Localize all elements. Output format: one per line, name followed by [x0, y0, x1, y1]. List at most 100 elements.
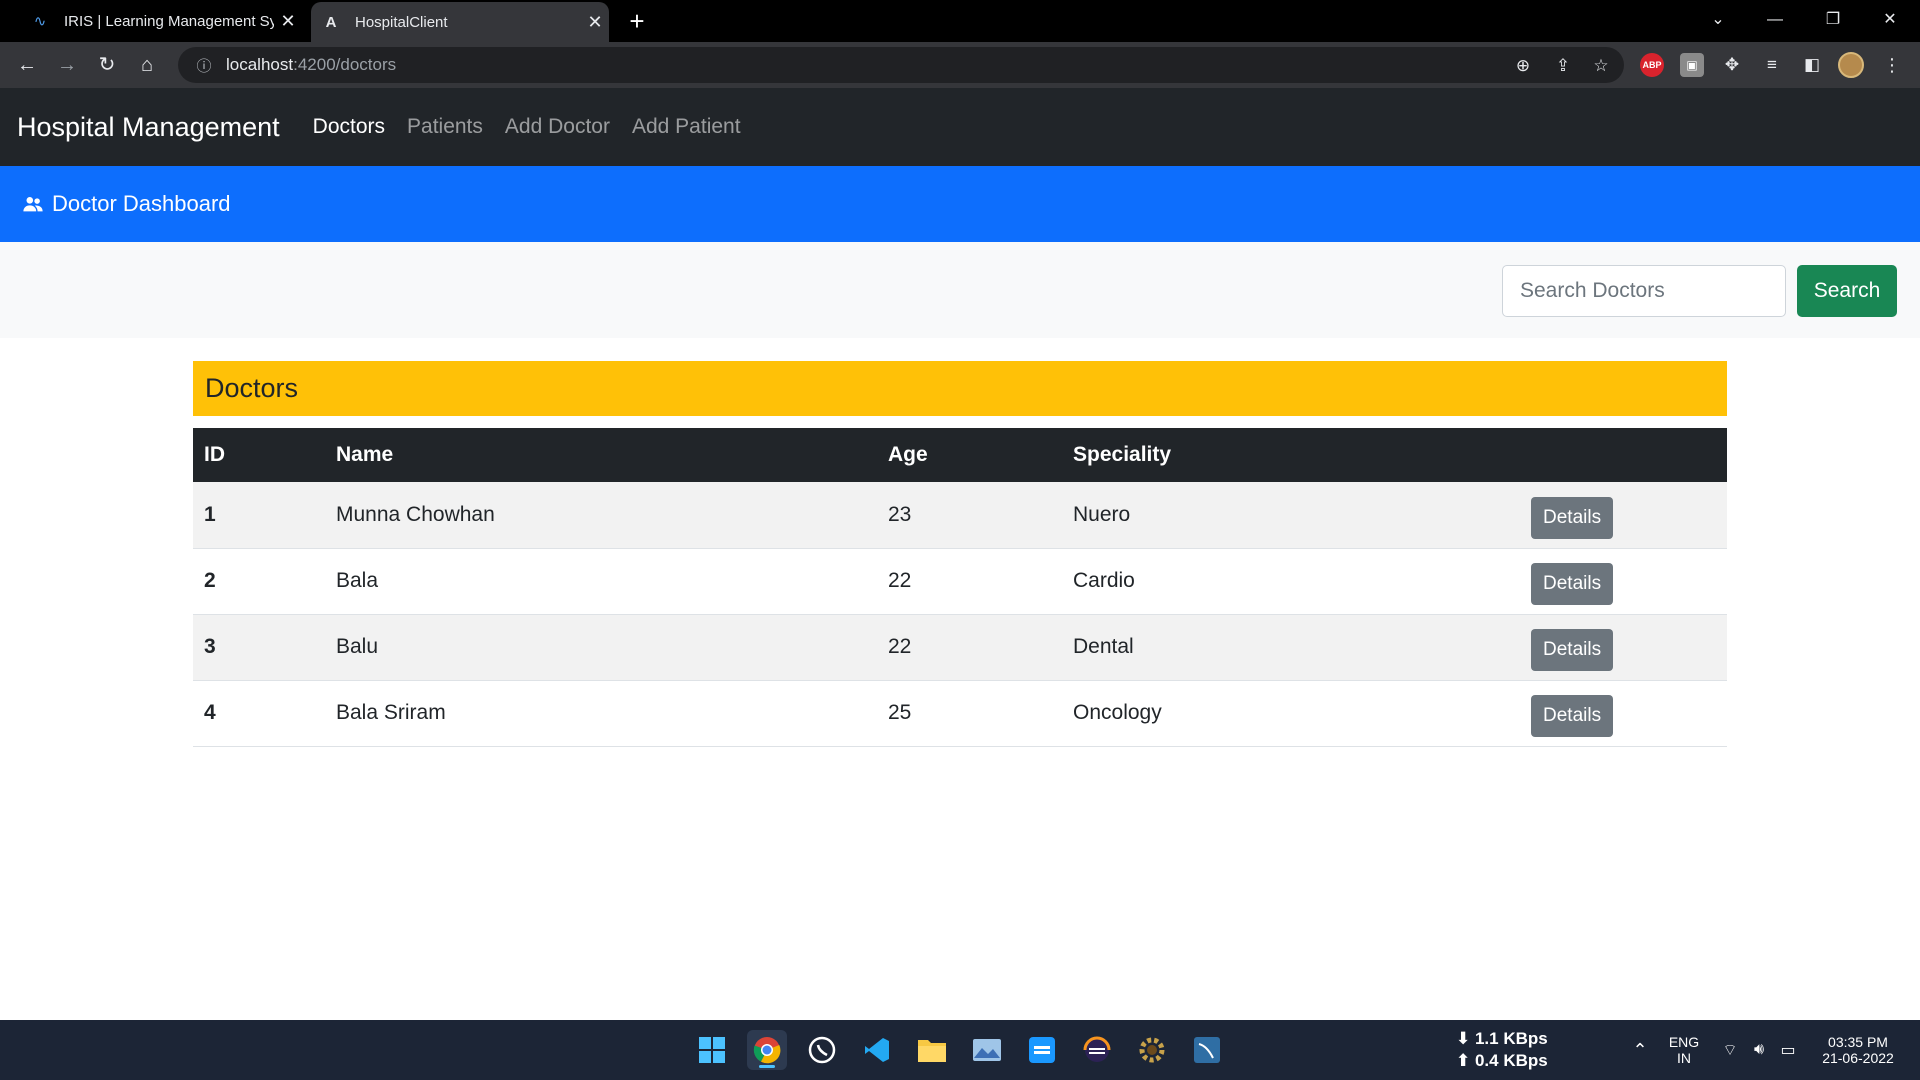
network-speed: ⬇ 1.1 KBps ⬆ 0.4 KBps — [1456, 1020, 1548, 1080]
adblock-plus-icon[interactable]: ABP — [1640, 53, 1664, 77]
windows-start-icon[interactable] — [692, 1030, 732, 1070]
prime-video-icon[interactable] — [1022, 1030, 1062, 1070]
column-header-speciality: Speciality — [1062, 428, 1520, 482]
browser-toolbar: ← → ↻ ⌂ ⓘ localhost:4200/doctors ⊕ ⇪ ☆ A… — [0, 42, 1920, 88]
dashboard-banner: Doctor Dashboard — [0, 166, 1920, 242]
cell-age: 25 — [877, 680, 1062, 747]
table-row: 2 Bala 22 Cardio Details — [193, 548, 1727, 615]
extension-icon[interactable]: ▣ — [1680, 53, 1704, 77]
vscode-icon[interactable] — [857, 1030, 897, 1070]
table-row: 3 Balu 22 Dental Details — [193, 614, 1727, 681]
mysql-workbench-icon[interactable] — [1187, 1030, 1227, 1070]
app-navbar: Hospital Management Doctors Patients Add… — [0, 88, 1920, 166]
whatsapp-icon[interactable] — [802, 1030, 842, 1070]
doctors-table: ID Name Age Speciality 1 Munna Chowhan 2… — [193, 428, 1727, 747]
bookmark-star-icon[interactable]: ☆ — [1590, 55, 1612, 77]
details-button[interactable]: Details — [1531, 695, 1614, 737]
cell-speciality: Cardio — [1062, 548, 1520, 615]
iris-favicon-icon: ∿ — [33, 13, 47, 30]
nav-doctors[interactable]: Doctors — [313, 115, 385, 139]
nav-add-doctor[interactable]: Add Doctor — [505, 115, 610, 139]
upload-speed: ⬆ 0.4 KBps — [1456, 1051, 1548, 1070]
details-button[interactable]: Details — [1531, 496, 1614, 539]
tab-close-icon[interactable]: ✕ — [581, 12, 609, 33]
table-header-row: ID Name Age Speciality — [193, 428, 1727, 482]
people-icon — [23, 197, 43, 212]
reading-list-icon[interactable]: ≡ — [1760, 53, 1784, 77]
cell-name: Bala Sriram — [325, 680, 877, 747]
cell-speciality: Dental — [1062, 614, 1520, 681]
eclipse-icon[interactable] — [1077, 1030, 1117, 1070]
settings-gear-icon[interactable] — [1132, 1030, 1172, 1070]
tab-title: HospitalClient — [355, 13, 448, 31]
cell-actions: Details — [1520, 548, 1727, 615]
home-icon[interactable]: ⌂ — [132, 50, 162, 80]
forward-arrow-icon[interactable]: → — [52, 50, 82, 80]
details-button[interactable]: Details — [1531, 563, 1614, 605]
extensions-puzzle-icon[interactable]: ✥ — [1720, 53, 1744, 77]
tab-search-chevron-icon[interactable]: ⌄ — [1690, 0, 1746, 42]
cell-speciality: Oncology — [1062, 680, 1520, 747]
reload-icon[interactable]: ↻ — [92, 50, 122, 80]
side-panel-icon[interactable]: ◧ — [1800, 53, 1824, 77]
new-tab-plus-icon[interactable]: + — [622, 6, 652, 36]
url-text: localhost:4200/doctors — [226, 55, 397, 74]
search-button[interactable]: Search — [1797, 265, 1897, 317]
column-header-age: Age — [877, 428, 1062, 482]
cell-age: 22 — [877, 614, 1062, 681]
chrome-icon[interactable] — [747, 1030, 787, 1070]
tab-title: IRIS | Learning Management Syst — [64, 12, 274, 30]
tab-close-icon[interactable]: ✕ — [274, 11, 302, 32]
back-arrow-icon[interactable]: ← — [12, 50, 42, 80]
clock-date: 21-06-2022 — [1822, 1050, 1894, 1066]
details-button[interactable]: Details — [1531, 629, 1614, 671]
brand-link[interactable]: Hospital Management — [17, 112, 280, 143]
volume-icon[interactable]: 🔊︎ — [1747, 1020, 1771, 1080]
minimize-icon[interactable]: — — [1747, 0, 1803, 42]
photos-app-icon[interactable] — [967, 1030, 1007, 1070]
tab-iris[interactable]: ∿ IRIS | Learning Management Syst ✕ — [20, 0, 302, 42]
menu-kebab-icon[interactable]: ⋮ — [1880, 53, 1904, 77]
nav-patients[interactable]: Patients — [407, 115, 483, 139]
windows-taskbar: ⬇ 1.1 KBps ⬆ 0.4 KBps ⌃ ENG IN ⌔ 🔊︎ ▭ 03… — [0, 1020, 1920, 1080]
search-bar: Search — [0, 242, 1920, 338]
clock-time: 03:35 PM — [1828, 1034, 1888, 1050]
clock[interactable]: 03:35 PM 21-06-2022 — [1812, 1020, 1904, 1080]
cell-id: 1 — [193, 482, 325, 549]
column-header-id: ID — [193, 428, 325, 482]
column-header-actions — [1520, 428, 1727, 482]
cell-id: 3 — [193, 614, 325, 681]
cell-age: 23 — [877, 482, 1062, 549]
browser-tab-strip: ∿ IRIS | Learning Management Syst ✕ A Ho… — [0, 0, 1920, 42]
show-hidden-icons-chevron-icon[interactable]: ⌃ — [1628, 1020, 1652, 1080]
wifi-icon[interactable]: ⌔ — [1718, 1020, 1742, 1080]
zoom-icon[interactable]: ⊕ — [1512, 55, 1534, 77]
cell-actions: Details — [1520, 614, 1727, 681]
cell-id: 4 — [193, 680, 325, 747]
close-window-icon[interactable]: ✕ — [1862, 0, 1918, 42]
site-info-icon[interactable]: ⓘ — [190, 55, 218, 76]
cell-name: Bala — [325, 548, 877, 615]
nav-add-patient[interactable]: Add Patient — [632, 115, 741, 139]
file-explorer-icon[interactable] — [912, 1030, 952, 1070]
tab-hospitalclient[interactable]: A HospitalClient ✕ — [311, 2, 609, 42]
column-header-name: Name — [325, 428, 877, 482]
cell-age: 22 — [877, 548, 1062, 615]
cell-speciality: Nuero — [1062, 482, 1520, 549]
share-icon[interactable]: ⇪ — [1552, 55, 1574, 77]
table-row: 1 Munna Chowhan 23 Nuero Details — [193, 482, 1727, 549]
section-title: Doctors — [193, 361, 1727, 416]
cell-name: Balu — [325, 614, 877, 681]
address-bar[interactable]: ⓘ localhost:4200/doctors ⊕ ⇪ ☆ — [178, 47, 1624, 83]
search-doctors-input[interactable] — [1502, 265, 1786, 317]
cell-name: Munna Chowhan — [325, 482, 877, 549]
banner-title: Doctor Dashboard — [52, 191, 231, 216]
download-speed: ⬇ 1.1 KBps — [1456, 1029, 1548, 1048]
battery-icon[interactable]: ▭ — [1776, 1020, 1800, 1080]
cell-actions: Details — [1520, 482, 1727, 549]
restore-icon[interactable]: ❐ — [1805, 0, 1861, 42]
profile-avatar[interactable] — [1838, 52, 1864, 78]
language-indicator[interactable]: ENG IN — [1664, 1020, 1704, 1080]
cell-actions: Details — [1520, 680, 1727, 747]
cell-id: 2 — [193, 548, 325, 615]
